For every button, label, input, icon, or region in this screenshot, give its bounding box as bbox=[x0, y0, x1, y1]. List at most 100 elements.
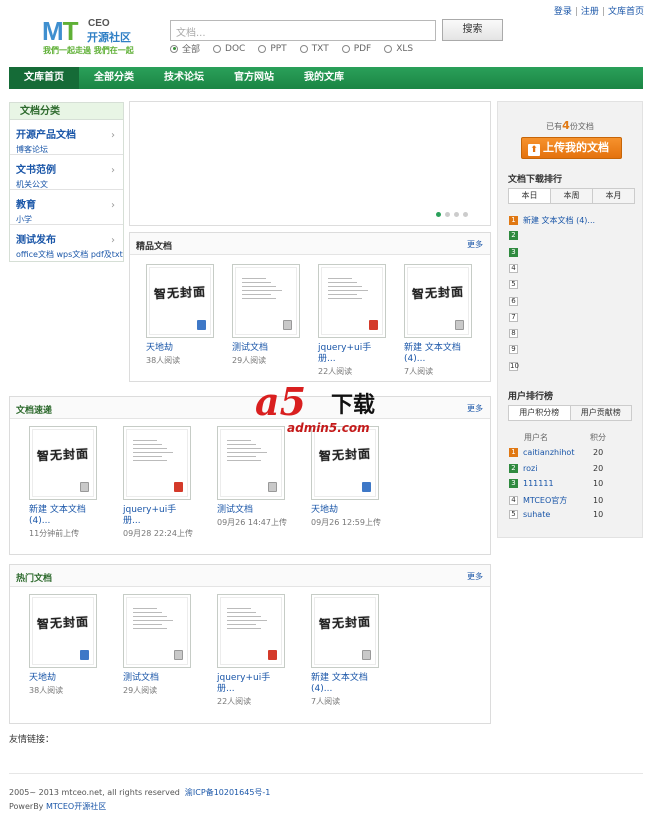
doc-thumbnail[interactable]: 智无封面 bbox=[29, 426, 97, 500]
category-sub[interactable]: 小学 bbox=[16, 214, 123, 225]
nav-item[interactable]: 技术论坛 bbox=[149, 67, 219, 89]
doc-name[interactable]: 天地劫 bbox=[146, 343, 214, 354]
filter-option[interactable]: PDF bbox=[341, 42, 371, 55]
doc-card[interactable]: 智无封面 天地劫 38人阅读 bbox=[146, 264, 232, 377]
doc-name[interactable]: jquery+ui手册... bbox=[318, 343, 386, 365]
doc-name[interactable]: 新建 文本文档 (4)... bbox=[404, 343, 472, 365]
powered-by-link[interactable]: MTCEO开源社区 bbox=[46, 802, 106, 811]
search-input[interactable]: 文档... bbox=[170, 20, 436, 41]
download-rank-title: 文档下载排行 bbox=[508, 175, 563, 185]
doc-thumbnail[interactable]: 智无封面 bbox=[404, 264, 472, 338]
doc-card[interactable]: 测试文档 29人阅读 bbox=[232, 264, 318, 377]
login-link[interactable]: 登录 bbox=[554, 7, 572, 17]
category-title[interactable]: 教育 bbox=[16, 196, 123, 211]
doc-thumbnail[interactable]: 智无封面 bbox=[29, 594, 97, 668]
user-name-link[interactable]: suhate bbox=[523, 510, 593, 519]
doc-name[interactable]: 天地劫 bbox=[311, 505, 379, 516]
nav-item[interactable]: 全部分类 bbox=[79, 67, 149, 89]
rank-doc-link[interactable]: 新建 文本文档 (4)... bbox=[523, 215, 595, 226]
category-title[interactable]: 测试发布 bbox=[16, 231, 123, 246]
upload-button[interactable]: ⬆ 上传我的文档 bbox=[521, 137, 622, 159]
slider-dot[interactable] bbox=[463, 212, 468, 217]
doc-meta: 22人阅读 bbox=[318, 367, 353, 376]
rank-tab[interactable]: 本月 bbox=[593, 189, 634, 203]
slider-dot[interactable] bbox=[454, 212, 459, 217]
radio-icon[interactable] bbox=[170, 44, 178, 53]
register-link[interactable]: 注册 bbox=[581, 7, 599, 17]
doc-name[interactable]: 新建 文本文档 (4)... bbox=[29, 505, 97, 527]
doc-name[interactable]: 天地劫 bbox=[29, 673, 97, 684]
slider-dot[interactable] bbox=[445, 212, 450, 217]
category-item[interactable]: 测试发布 office文档 wps文档 pdf及txt › bbox=[10, 225, 123, 260]
rank-tab[interactable]: 本日 bbox=[509, 189, 551, 203]
banner-slider[interactable] bbox=[129, 101, 491, 226]
category-title[interactable]: 文书范例 bbox=[16, 161, 123, 176]
slider-dot[interactable] bbox=[436, 212, 441, 217]
doc-thumbnail[interactable] bbox=[318, 264, 386, 338]
doc-name[interactable]: 测试文档 bbox=[123, 673, 191, 684]
rank-tab[interactable]: 用户积分榜 bbox=[509, 406, 571, 420]
filter-option[interactable]: TXT bbox=[299, 42, 329, 55]
filter-option[interactable]: 全部 bbox=[170, 42, 200, 55]
doc-name[interactable]: jquery+ui手册... bbox=[217, 673, 285, 695]
nav-item[interactable]: 我的文库 bbox=[289, 67, 359, 89]
doc-card[interactable]: 智无封面 新建 文本文档 (4)... 7人阅读 bbox=[311, 594, 405, 707]
user-row: 2 rozi 20 bbox=[509, 463, 603, 473]
chevron-right-icon: › bbox=[111, 200, 115, 211]
filter-option[interactable]: XLS bbox=[384, 42, 413, 55]
doc-thumbnail[interactable]: 智无封面 bbox=[311, 594, 379, 668]
doc-thumbnail[interactable] bbox=[123, 594, 191, 668]
search-button[interactable]: 搜索 bbox=[442, 19, 503, 41]
doc-name[interactable]: 测试文档 bbox=[217, 505, 285, 516]
filter-option[interactable]: PPT bbox=[258, 42, 287, 55]
doc-card[interactable]: jquery+ui手册... 09月28 22:24上传 bbox=[123, 426, 217, 539]
doc-thumbnail[interactable]: 智无封面 bbox=[146, 264, 214, 338]
category-sub[interactable]: 博客论坛 bbox=[16, 144, 123, 155]
doc-card[interactable]: jquery+ui手册... 22人阅读 bbox=[318, 264, 404, 377]
more-link[interactable]: 更多 bbox=[467, 239, 483, 250]
user-name-link[interactable]: 111111 bbox=[523, 479, 593, 488]
icp-link[interactable]: 渝ICP备10201645号-1 bbox=[185, 788, 270, 797]
doc-card[interactable]: 智无封面 新建 文本文档 (4)... 7人阅读 bbox=[404, 264, 490, 377]
doc-card[interactable]: jquery+ui手册... 22人阅读 bbox=[217, 594, 311, 707]
doc-card[interactable]: 测试文档 29人阅读 bbox=[123, 594, 217, 707]
doc-card[interactable]: 智无封面 天地劫 09月26 12:59上传 bbox=[311, 426, 405, 539]
category-title[interactable]: 开源产品文档 bbox=[16, 126, 123, 141]
logo-name: 开源社区 bbox=[87, 31, 131, 44]
category-item[interactable]: 文书范例 机关公文 › bbox=[10, 155, 123, 190]
user-name-link[interactable]: rozi bbox=[523, 464, 593, 473]
more-link[interactable]: 更多 bbox=[467, 571, 483, 582]
radio-icon[interactable] bbox=[341, 44, 350, 53]
more-link[interactable]: 更多 bbox=[467, 403, 483, 414]
doc-thumbnail[interactable] bbox=[217, 594, 285, 668]
radio-icon[interactable] bbox=[299, 44, 308, 53]
library-home-link[interactable]: 文库首页 bbox=[608, 7, 644, 17]
filter-option[interactable]: DOC bbox=[213, 42, 245, 55]
nav-item[interactable]: 官方网站 bbox=[219, 67, 289, 89]
user-score: 10 bbox=[593, 510, 604, 519]
user-row: 3 111111 10 bbox=[509, 479, 603, 488]
doc-name[interactable]: 测试文档 bbox=[232, 343, 300, 354]
rank-tab[interactable]: 本周 bbox=[551, 189, 593, 203]
doc-card[interactable]: 智无封面 天地劫 38人阅读 bbox=[29, 594, 123, 707]
category-item[interactable]: 开源产品文档 博客论坛 › bbox=[10, 120, 123, 155]
category-item[interactable]: 教育小学 › bbox=[10, 190, 123, 225]
site-logo[interactable]: MT CEO 开源社区 我們一起走過 我們在一起 bbox=[40, 16, 148, 56]
doc-meta: 29人阅读 bbox=[232, 356, 267, 365]
user-name-link[interactable]: MTCEO官方 bbox=[523, 495, 593, 506]
category-sub[interactable]: 机关公文 bbox=[16, 179, 123, 190]
doc-thumbnail[interactable] bbox=[123, 426, 191, 500]
rank-row: 6 bbox=[509, 296, 523, 306]
nav-item[interactable]: 文库首页 bbox=[9, 67, 79, 89]
doc-card[interactable]: 智无封面 新建 文本文档 (4)... 11分钟前上传 bbox=[29, 426, 123, 539]
doc-name[interactable]: 新建 文本文档 (4)... bbox=[311, 673, 379, 695]
category-sub[interactable]: office文档 wps文档 pdf及txt bbox=[16, 249, 123, 260]
doc-thumbnail[interactable] bbox=[232, 264, 300, 338]
doc-name[interactable]: jquery+ui手册... bbox=[123, 505, 191, 527]
radio-icon[interactable] bbox=[213, 44, 222, 53]
user-name-link[interactable]: caitianzhihot bbox=[523, 448, 593, 457]
doc-card[interactable]: 测试文档 09月26 14:47上传 bbox=[217, 426, 311, 539]
radio-icon[interactable] bbox=[258, 44, 267, 53]
rank-tab[interactable]: 用户贡献榜 bbox=[570, 406, 631, 420]
radio-icon[interactable] bbox=[384, 44, 393, 53]
